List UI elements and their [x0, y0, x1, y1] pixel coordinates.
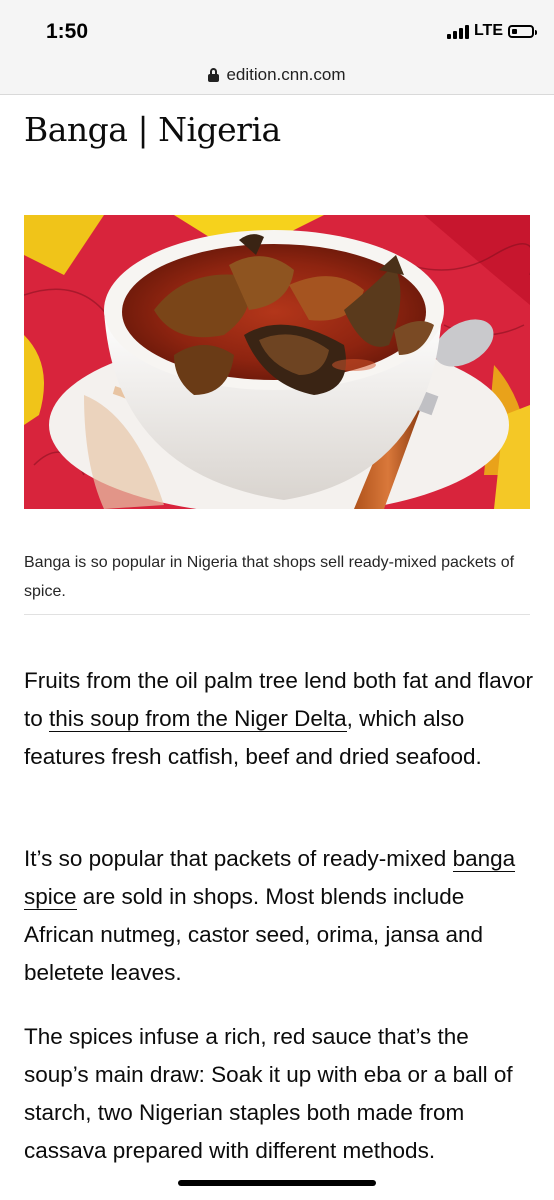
home-indicator[interactable] — [178, 1180, 376, 1186]
url-text[interactable]: edition.cnn.com — [226, 65, 345, 85]
niger-delta-link[interactable]: this soup from the Niger Delta — [49, 706, 347, 732]
battery-icon — [508, 24, 537, 38]
status-time: 1:50 — [46, 20, 89, 43]
address-bar[interactable]: edition.cnn.com — [0, 56, 554, 95]
network-type: LTE — [473, 22, 503, 39]
article-paragraph: The spices infuse a rich, red sauce that… — [24, 1024, 513, 1163]
article-paragraph: Fruits from the oil palm tree lend both … — [24, 662, 534, 776]
signal-icon — [446, 23, 469, 39]
article-paragraph: It’s so popular that packets of ready-mi… — [24, 840, 534, 992]
caption-divider — [24, 614, 530, 615]
paragraph-text: It’s so popular that packets of ready-mi… — [24, 846, 453, 871]
status-bar: 1:50 LTE — [0, 0, 554, 56]
article-image — [24, 215, 530, 509]
status-indicators: LTE — [446, 22, 537, 40]
image-caption: Banga is so popular in Nigeria that shop… — [24, 554, 515, 600]
article-headline: Banga | Nigeria — [24, 110, 281, 149]
paragraph-text: are sold in shops. Most blends include A… — [24, 884, 483, 985]
lock-icon — [208, 68, 220, 82]
